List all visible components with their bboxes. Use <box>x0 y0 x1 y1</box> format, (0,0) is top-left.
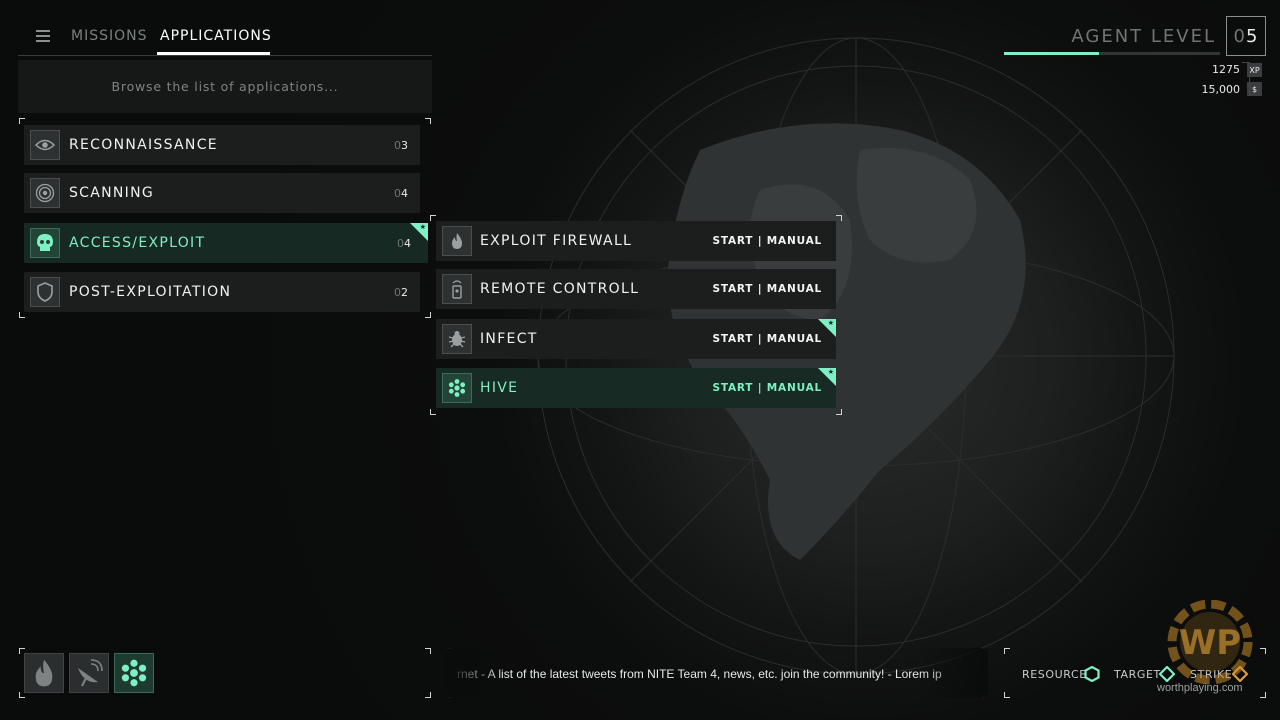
news-ticker: rnet - A list of the latest tweets from … <box>445 648 988 698</box>
svg-text:WP: WP <box>1179 623 1241 663</box>
star-icon: ★ <box>827 368 834 376</box>
category-list: RECONNAISSANCE 03 SCANNING 04 ACCESS/EXP… <box>19 118 431 318</box>
agent-level-panel: AGENT LEVEL 05 1275 XP 15,000 $ <box>1004 16 1266 96</box>
eye-icon <box>30 130 60 160</box>
star-icon: ★ <box>827 319 834 327</box>
app-label: REMOTE CONTROLL <box>480 281 640 297</box>
category-item-post-exploitation[interactable]: POST-EXPLOITATION 02 <box>24 272 420 312</box>
tab-applications[interactable]: APPLICATIONS <box>160 28 272 44</box>
skull-icon <box>30 228 60 258</box>
search-input[interactable]: Browse the list of applications... <box>18 60 432 113</box>
quick-slot-bar <box>19 648 431 698</box>
quick-slot-flame[interactable] <box>24 653 64 693</box>
category-label: SCANNING <box>69 185 155 201</box>
radar-icon <box>30 178 60 208</box>
start-manual-button[interactable]: START | MANUAL <box>712 382 822 394</box>
category-count: 04 <box>394 186 408 200</box>
category-count: 04 <box>397 236 411 250</box>
category-label: POST-EXPLOITATION <box>69 284 232 300</box>
flame-icon <box>442 226 472 256</box>
start-manual-button[interactable]: START | MANUAL <box>712 283 822 295</box>
agent-level-value: 05 <box>1226 16 1266 56</box>
bug-icon <box>442 324 472 354</box>
application-list: EXPLOIT FIREWALL START | MANUAL REMOTE C… <box>430 215 842 415</box>
legend-resource-label: RESOURCE <box>1022 668 1087 681</box>
satellite-dish-icon <box>78 659 103 687</box>
menu-icon[interactable] <box>36 30 50 42</box>
app-item-exploit-firewall[interactable]: EXPLOIT FIREWALL START | MANUAL <box>436 221 836 261</box>
quick-slot-hive[interactable] <box>114 653 154 693</box>
shield-icon <box>30 277 60 307</box>
flame-icon <box>35 659 53 687</box>
star-icon: ★ <box>419 223 426 231</box>
app-item-remote-controll[interactable]: REMOTE CONTROLL START | MANUAL <box>436 269 836 309</box>
hive-icon <box>442 373 472 403</box>
category-label: ACCESS/EXPLOIT <box>69 235 206 251</box>
start-manual-button[interactable]: START | MANUAL <box>712 333 822 345</box>
active-tab-indicator <box>157 52 270 55</box>
watermark-text: worthplaying.com <box>1157 682 1243 694</box>
quick-slot-satellite[interactable] <box>69 653 109 693</box>
category-count: 03 <box>394 138 408 152</box>
search-placeholder: Browse the list of applications... <box>111 79 339 94</box>
agent-level-label: AGENT LEVEL <box>1071 26 1216 47</box>
ticker-text: rnet - A list of the latest tweets from … <box>457 667 942 681</box>
remote-icon <box>442 274 472 304</box>
app-item-infect[interactable]: INFECT START | MANUAL ★ <box>436 319 836 359</box>
resource-hexagon-icon <box>1084 666 1100 682</box>
app-label: INFECT <box>480 331 538 347</box>
category-label: RECONNAISSANCE <box>69 137 218 153</box>
app-label: EXPLOIT FIREWALL <box>480 233 633 249</box>
xp-value: 1275 <box>1212 63 1240 76</box>
app-label: HIVE <box>480 380 519 396</box>
category-item-reconnaissance[interactable]: RECONNAISSANCE 03 <box>24 125 420 165</box>
category-item-scanning[interactable]: SCANNING 04 <box>24 173 420 213</box>
xp-progress-bar <box>1004 52 1220 55</box>
app-item-hive[interactable]: HIVE START | MANUAL ★ <box>436 368 836 408</box>
hive-icon <box>121 659 147 687</box>
category-count: 02 <box>394 285 408 299</box>
category-item-access-exploit[interactable]: ACCESS/EXPLOIT 04 ★ <box>24 223 428 263</box>
top-nav: MISSIONS APPLICATIONS <box>18 16 432 56</box>
tab-missions[interactable]: MISSIONS <box>71 28 148 44</box>
start-manual-button[interactable]: START | MANUAL <box>712 235 822 247</box>
legend-target-label: TARGET <box>1114 668 1161 681</box>
watermark-logo: WP <box>1167 600 1253 685</box>
money-value: 15,000 <box>1201 83 1241 96</box>
